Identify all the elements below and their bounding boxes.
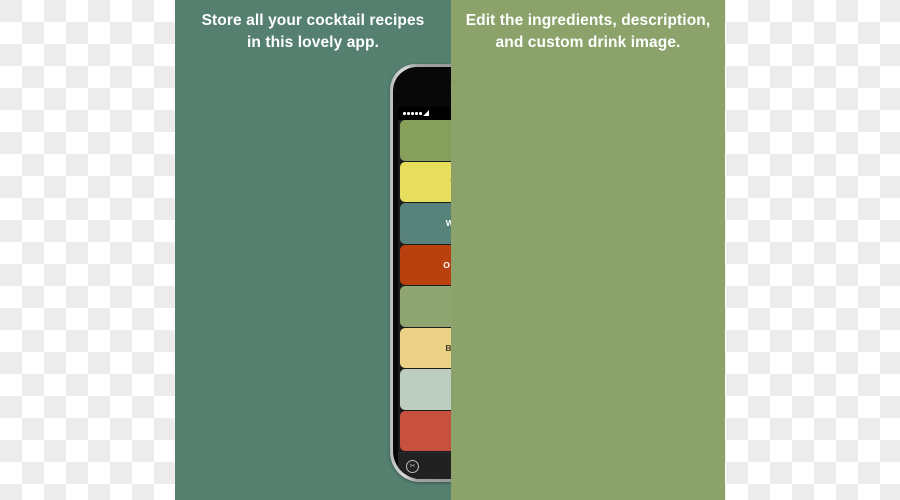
bottom-toolbar: ✂ + [398, 452, 451, 479]
caption-line-1: Edit the ingredients, description, [465, 12, 711, 29]
wifi-icon: ◢ [423, 110, 430, 117]
list-item[interactable]: WHISKEY SOUR [400, 203, 451, 244]
panel-right-caption: Edit the ingredients, description, and c… [451, 10, 725, 54]
promo-panel-left: Store all your cocktail recipes in this … [175, 0, 451, 500]
recipe-list-app: MINT JULEP TOM COLLINS WHISKEY SOUR OLD … [398, 120, 451, 479]
list-item[interactable]: TOM COLLINS [400, 161, 451, 202]
recipe-list[interactable]: MINT JULEP TOM COLLINS WHISKEY SOUR OLD … [398, 120, 451, 452]
promo-panel-right: Edit the ingredients, description, and c… [451, 0, 725, 500]
caption-line-2: and custom drink image. [495, 34, 681, 51]
phone-device-left: ◢ 9:41 AM 100% MINT JULEP TOM COLLINS [390, 64, 451, 482]
panel-left-caption: Store all your cocktail recipes in this … [175, 10, 451, 54]
list-item[interactable]: MINT JULEP [400, 120, 451, 161]
phone-top-bezel-left [398, 67, 451, 107]
caption-line-1: Store all your cocktail recipes [201, 12, 425, 29]
status-bar-left: ◢ 9:41 AM 100% [398, 107, 451, 120]
list-item[interactable]: FRENCH 75 [400, 369, 451, 410]
recipe-name: OLD FASHIONED [443, 259, 451, 270]
shuffle-glyph: ✂ [409, 462, 416, 470]
list-item[interactable]: OLD FASHIONED [400, 244, 451, 285]
shuffle-icon[interactable]: ✂ [406, 459, 419, 473]
status-bar-left-group: ◢ [403, 110, 429, 117]
list-item[interactable]: BOULEVARDIER [400, 327, 451, 368]
caption-line-2: in this lovely app. [247, 34, 379, 51]
phone-body-left: ◢ 9:41 AM 100% MINT JULEP TOM COLLINS [393, 67, 451, 479]
screenshot-stage: Store all your cocktail recipes in this … [0, 0, 900, 500]
list-item[interactable]: MARGARITA [400, 286, 451, 327]
signal-strength-icon [403, 112, 422, 115]
list-item[interactable]: NEGRONI [400, 410, 451, 451]
phone-screen-left: ◢ 9:41 AM 100% MINT JULEP TOM COLLINS [398, 107, 451, 479]
